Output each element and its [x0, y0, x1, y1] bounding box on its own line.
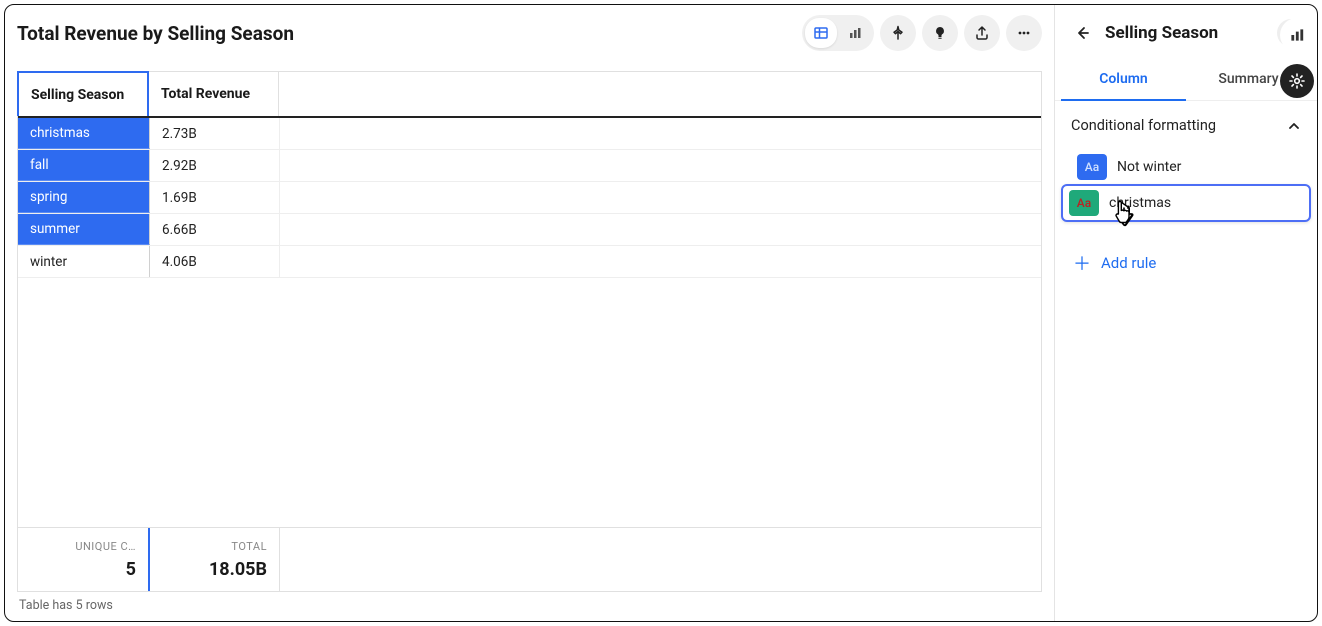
share-button[interactable] [964, 15, 1000, 51]
cell-season[interactable]: winter [18, 246, 150, 277]
footer-total: TOTAL 18.05B [150, 528, 280, 591]
rule-label: christmas [1109, 195, 1171, 211]
footer-unique: UNIQUE C… 5 [18, 528, 150, 591]
tab-column[interactable]: Column [1061, 59, 1186, 101]
visualize-button[interactable] [1280, 18, 1314, 52]
side-panel: Selling Season Column Summary Conditiona… [1054, 5, 1317, 621]
table-row[interactable]: winter4.06B [18, 246, 1041, 278]
footer-total-label: TOTAL [231, 540, 267, 553]
cell-season[interactable]: christmas [18, 118, 150, 149]
more-button[interactable] [1006, 15, 1042, 51]
rule-swatch: Aa [1077, 154, 1107, 180]
rule-swatch: Aa [1069, 190, 1099, 216]
toolbar [802, 15, 1042, 51]
cell-season[interactable]: fall [18, 150, 150, 181]
cell-season[interactable]: summer [18, 214, 150, 245]
cell-revenue[interactable]: 2.92B [150, 150, 280, 181]
back-button[interactable] [1069, 20, 1095, 46]
plus-icon: ＋ [1073, 250, 1091, 276]
view-switcher [802, 15, 874, 51]
gear-icon [1288, 72, 1306, 90]
table-row[interactable]: christmas2.73B [18, 118, 1041, 150]
add-rule-label: Add rule [1101, 254, 1156, 272]
column-header-season[interactable]: Selling Season [17, 71, 149, 116]
footer-unique-label: UNIQUE C… [75, 540, 136, 553]
table-row[interactable]: fall2.92B [18, 150, 1041, 182]
cell-revenue[interactable]: 2.73B [150, 118, 280, 149]
add-rule-button[interactable]: ＋ Add rule [1055, 222, 1317, 304]
page-title: Total Revenue by Selling Season [17, 22, 294, 45]
section-conditional-formatting[interactable]: Conditional formatting [1071, 117, 1301, 134]
insight-button[interactable] [922, 15, 958, 51]
pin-button[interactable] [880, 15, 916, 51]
format-rule[interactable]: Aa christmas [1061, 184, 1311, 222]
cell-revenue[interactable]: 4.06B [150, 246, 280, 277]
footer-total-value: 18.05B [209, 559, 267, 580]
cell-season[interactable]: spring [18, 182, 150, 213]
data-table: Selling Season Total Revenue christmas2.… [17, 71, 1042, 592]
chevron-up-icon [1287, 119, 1301, 133]
arrow-left-icon [1073, 24, 1091, 42]
footer-unique-value: 5 [126, 559, 136, 580]
lightbulb-icon [932, 25, 948, 41]
table-view-button[interactable] [805, 18, 837, 48]
panel-title: Selling Season [1105, 23, 1267, 43]
settings-button[interactable] [1280, 64, 1314, 98]
section-title: Conditional formatting [1071, 117, 1216, 134]
rule-label: Not winter [1117, 159, 1181, 175]
ellipsis-icon [1016, 25, 1032, 41]
share-icon [974, 25, 990, 41]
format-rule[interactable]: Aa Not winter [1071, 148, 1301, 186]
table-icon [813, 25, 829, 41]
table-row[interactable]: summer6.66B [18, 214, 1041, 246]
pin-icon [890, 25, 906, 41]
bar-chart-icon [1288, 26, 1306, 44]
status-text: Table has 5 rows [17, 592, 1042, 613]
cell-revenue[interactable]: 6.66B [150, 214, 280, 245]
cell-revenue[interactable]: 1.69B [150, 182, 280, 213]
bar-chart-icon [847, 25, 863, 41]
table-row[interactable]: spring1.69B [18, 182, 1041, 214]
chart-view-button[interactable] [839, 18, 871, 48]
column-header-revenue[interactable]: Total Revenue [149, 72, 279, 116]
